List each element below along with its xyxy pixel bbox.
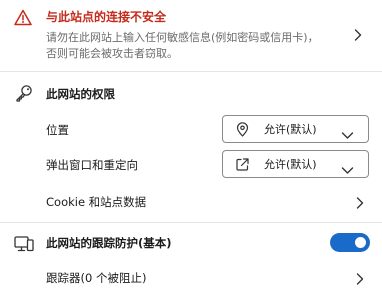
trackers-row[interactable]: 跟踪器(0 个被阻止) (0, 264, 382, 292)
location-pin-icon (235, 122, 250, 137)
connection-warning-row[interactable]: 与此站点的连接不安全 请勿在此网站上输入任何敏感信息(例如密码或信用卡)， 否则… (0, 0, 382, 70)
warning-title: 与此站点的连接不安全 (46, 10, 167, 24)
trackers-label: 跟踪器(0 个被阻止) (46, 271, 147, 285)
chevron-right-icon (355, 271, 365, 285)
warning-triangle-icon (14, 9, 32, 26)
divider (0, 222, 382, 223)
external-link-icon (235, 157, 250, 172)
permissions-title: 此网站的权限 (46, 87, 115, 101)
warning-description: 请勿在此网站上输入任何敏感信息(例如密码或信用卡)， 否则可能会被攻击者窃取。 (46, 30, 346, 62)
chevron-right-icon[interactable] (352, 27, 364, 41)
cookie-site-data-label: Cookie 和站点数据 (46, 195, 147, 209)
popups-permission-select[interactable]: 允许(默认) (222, 150, 369, 178)
location-permission-value: 允许(默认) (264, 123, 317, 136)
warning-description-line-2: 否则可能会被攻击者窃取。 (46, 47, 178, 60)
location-permission-select[interactable]: 允许(默认) (222, 115, 369, 143)
tracking-prevention-icon (14, 235, 34, 252)
popups-permission-value: 允许(默认) (264, 158, 317, 171)
chevron-right-icon (355, 195, 365, 209)
popups-permission-label: 弹出窗口和重定向 (46, 158, 138, 172)
chevron-down-icon (341, 125, 354, 139)
cookie-site-data-row[interactable]: Cookie 和站点数据 (0, 188, 382, 216)
key-icon (14, 84, 34, 102)
divider (0, 71, 382, 72)
tracking-prevention-toggle[interactable] (330, 233, 370, 252)
site-info-panel: 与此站点的连接不安全 请勿在此网站上输入任何敏感信息(例如密码或信用卡)， 否则… (0, 0, 382, 299)
tracking-prevention-title: 此网站的跟踪防护(基本) (46, 236, 172, 250)
warning-description-line-1: 请勿在此网站上输入任何敏感信息(例如密码或信用卡)， (46, 31, 319, 44)
location-permission-label: 位置 (46, 123, 69, 137)
toggle-knob (355, 237, 366, 248)
chevron-down-icon (341, 160, 354, 174)
